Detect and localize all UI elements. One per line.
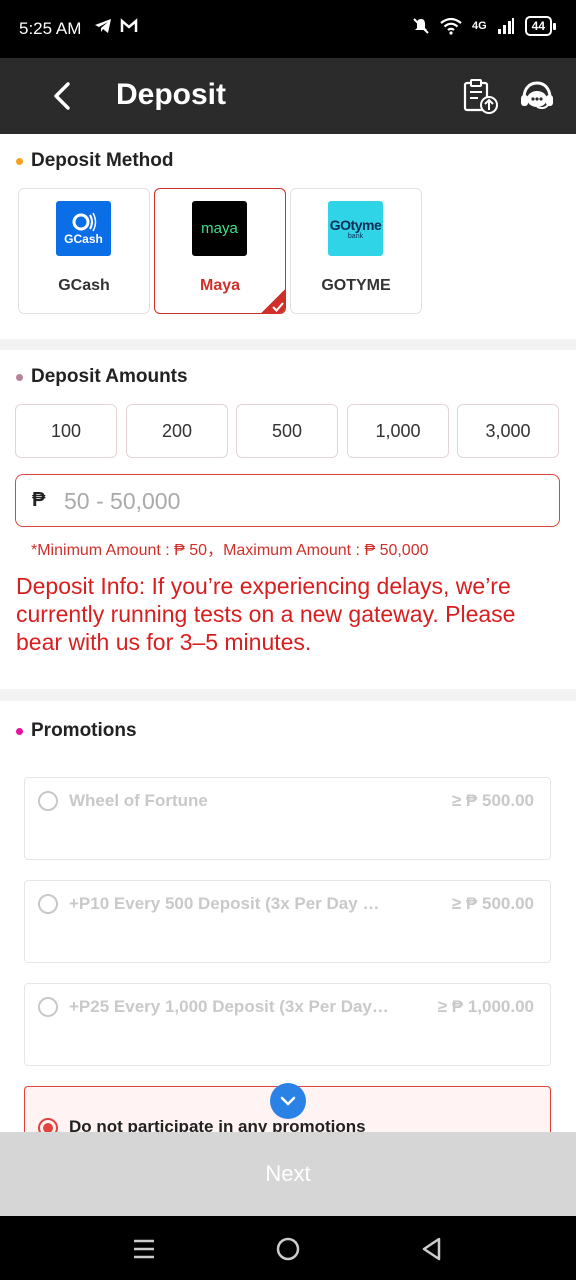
signal-icon xyxy=(497,18,514,34)
promo-item[interactable]: +P10 Every 500 Deposit (3x Per Day & No … xyxy=(24,880,551,963)
amount-preset-100[interactable]: 100 xyxy=(15,404,117,458)
radio-button[interactable] xyxy=(38,791,58,811)
deposit-records-icon[interactable] xyxy=(460,76,500,116)
promo-item[interactable]: Wheel of Fortune ≥ ₱ 500.00 xyxy=(24,777,551,860)
peso-icon: ₱ xyxy=(32,489,46,511)
amount-preset-200[interactable]: 200 xyxy=(126,404,228,458)
promo-name: +P10 Every 500 Deposit (3x Per Day & No … xyxy=(69,894,389,913)
amount-preset-3000[interactable]: 3,000 xyxy=(457,404,559,458)
deposit-info-text: Deposit Info: If you’re experiencing del… xyxy=(16,573,516,655)
radio-button[interactable] xyxy=(38,894,58,914)
promo-name: +P25 Every 1,000 Deposit (3x Per Day &..… xyxy=(69,997,389,1016)
deposit-amounts-title: Deposit Amounts xyxy=(16,366,188,388)
back-arrow-icon[interactable] xyxy=(48,78,78,114)
battery-icon: 44 xyxy=(524,16,557,36)
promo-name: Do not participate in any promotions xyxy=(69,1117,366,1132)
promo-item[interactable]: +P25 Every 1,000 Deposit (3x Per Day &..… xyxy=(24,983,551,1066)
deposit-method-title: Deposit Method xyxy=(16,150,174,172)
expand-chevron-icon[interactable] xyxy=(270,1083,306,1119)
method-label: GCash xyxy=(58,277,110,294)
system-nav-bar xyxy=(0,1216,576,1280)
method-gotyme[interactable]: GOtyme bank GOTYME xyxy=(290,188,422,314)
section-dot-icon xyxy=(16,373,23,381)
maya-logo-icon: maya xyxy=(192,201,247,256)
mute-icon xyxy=(413,18,429,34)
promotions-title: Promotions xyxy=(16,720,137,742)
section-dot-icon xyxy=(16,157,23,165)
wifi-icon xyxy=(440,17,462,35)
radio-button[interactable] xyxy=(38,997,58,1017)
home-circle-icon[interactable] xyxy=(275,1236,301,1262)
app-header: Deposit xyxy=(0,58,576,134)
status-bar: 5:25 AM 4G 44 xyxy=(0,0,576,58)
section-dot-icon xyxy=(16,727,23,735)
next-button-bar: Next xyxy=(0,1132,576,1216)
recents-menu-icon[interactable] xyxy=(131,1236,157,1262)
amount-input[interactable] xyxy=(64,483,544,519)
method-label: GOTYME xyxy=(321,277,391,294)
promo-minimum: ≥ ₱ 500.00 xyxy=(451,894,534,913)
amount-preset-500[interactable]: 500 xyxy=(236,404,338,458)
promo-name: Wheel of Fortune xyxy=(69,791,208,810)
selected-check-icon xyxy=(260,288,285,313)
back-triangle-icon[interactable] xyxy=(419,1236,445,1262)
gmail-icon xyxy=(120,18,138,32)
method-gcash[interactable]: GCash GCash xyxy=(18,188,150,314)
amount-preset-1000[interactable]: 1,000 xyxy=(347,404,449,458)
amount-input-box: ₱ xyxy=(15,474,560,527)
radio-button[interactable] xyxy=(38,1118,58,1132)
promo-minimum: ≥ ₱ 1,000.00 xyxy=(437,997,534,1016)
network-type: 4G xyxy=(471,20,487,32)
amount-limits-text: *Minimum Amount : ₱ 50，Maximum Amount : … xyxy=(31,542,429,559)
telegram-icon xyxy=(95,19,111,33)
status-time: 5:25 AM xyxy=(19,19,82,38)
method-maya[interactable]: maya Maya xyxy=(154,188,286,314)
gotyme-logo-icon: GOtyme bank xyxy=(328,201,383,256)
customer-service-icon[interactable] xyxy=(518,78,556,116)
page-title: Deposit xyxy=(116,78,227,111)
gcash-logo-icon: GCash xyxy=(56,201,111,256)
promo-minimum: ≥ ₱ 500.00 xyxy=(451,791,534,810)
next-button[interactable]: Next xyxy=(0,1132,576,1216)
